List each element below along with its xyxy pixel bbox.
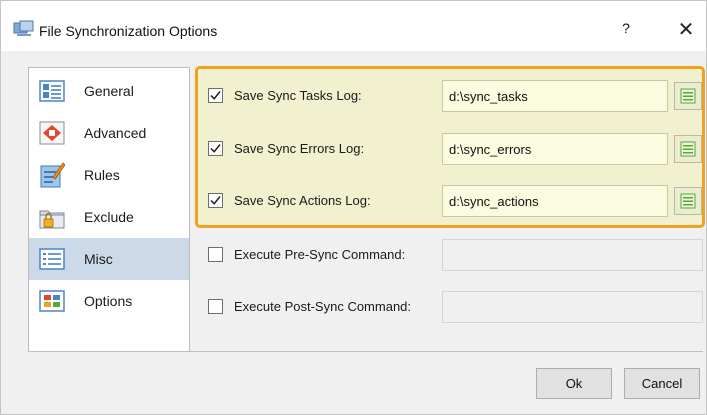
nav-item-misc[interactable]: Misc <box>29 238 189 280</box>
check-icon <box>210 91 221 100</box>
tasks-log-path-value: d:\sync_tasks <box>449 89 528 104</box>
pre-sync-checkbox[interactable] <box>208 247 223 262</box>
exclude-icon <box>39 210 65 229</box>
actions-log-checkbox[interactable] <box>208 193 223 208</box>
misc-icon <box>39 248 65 270</box>
tasks-log-browse-button[interactable] <box>674 82 702 110</box>
list-icon <box>680 193 696 209</box>
nav-item-general[interactable]: General <box>29 70 189 112</box>
check-icon <box>210 144 221 153</box>
post-sync-command-input[interactable] <box>442 291 703 323</box>
pre-sync-label: Execute Pre-Sync Command: <box>234 247 406 262</box>
dialog-title: File Synchronization Options <box>39 23 218 39</box>
nav-label-exclude: Exclude <box>84 209 134 225</box>
nav-label-advanced: Advanced <box>84 125 147 141</box>
options-dialog: File Synchronization Options ? ✕ General <box>0 0 707 415</box>
tasks-log-label: Save Sync Tasks Log: <box>234 88 362 103</box>
errors-log-label: Save Sync Errors Log: <box>234 141 365 156</box>
options-icon <box>39 290 65 312</box>
category-list: General Advanced Rules Exclude Misc Opti… <box>28 67 190 352</box>
errors-log-browse-button[interactable] <box>674 135 702 163</box>
dialog-body: General Advanced Rules Exclude Misc Opti… <box>1 51 706 414</box>
pre-sync-command-input[interactable] <box>442 239 703 271</box>
nav-item-advanced[interactable]: Advanced <box>29 112 189 154</box>
app-icon <box>13 20 34 36</box>
help-button[interactable]: ? <box>618 20 634 40</box>
title-bar: File Synchronization Options ? ✕ <box>1 1 706 51</box>
post-sync-label: Execute Post-Sync Command: <box>234 299 412 314</box>
advanced-icon <box>39 121 65 145</box>
actions-log-label: Save Sync Actions Log: <box>234 193 371 208</box>
actions-log-browse-button[interactable] <box>674 187 702 215</box>
nav-item-options[interactable]: Options <box>29 280 189 322</box>
nav-label-misc: Misc <box>84 251 113 267</box>
ok-button[interactable]: Ok <box>536 368 612 399</box>
list-icon <box>680 141 696 157</box>
check-icon <box>210 196 221 205</box>
close-button[interactable]: ✕ <box>673 17 699 43</box>
tasks-log-checkbox[interactable] <box>208 88 223 103</box>
errors-log-path-input[interactable]: d:\sync_errors <box>442 133 668 165</box>
actions-log-path-value: d:\sync_actions <box>449 194 539 209</box>
errors-log-path-value: d:\sync_errors <box>449 142 532 157</box>
general-icon <box>39 80 65 102</box>
nav-item-rules[interactable]: Rules <box>29 154 189 196</box>
nav-label-options: Options <box>84 293 133 309</box>
cancel-button[interactable]: Cancel <box>624 368 700 399</box>
tasks-log-path-input[interactable]: d:\sync_tasks <box>442 80 668 112</box>
nav-label-general: General <box>84 83 134 99</box>
errors-log-checkbox[interactable] <box>208 141 223 156</box>
nav-item-exclude[interactable]: Exclude <box>29 196 189 238</box>
nav-label-rules: Rules <box>84 167 120 183</box>
list-icon <box>680 88 696 104</box>
actions-log-path-input[interactable]: d:\sync_actions <box>442 185 668 217</box>
footer-divider <box>28 351 703 352</box>
rules-icon <box>40 162 65 188</box>
post-sync-checkbox[interactable] <box>208 299 223 314</box>
